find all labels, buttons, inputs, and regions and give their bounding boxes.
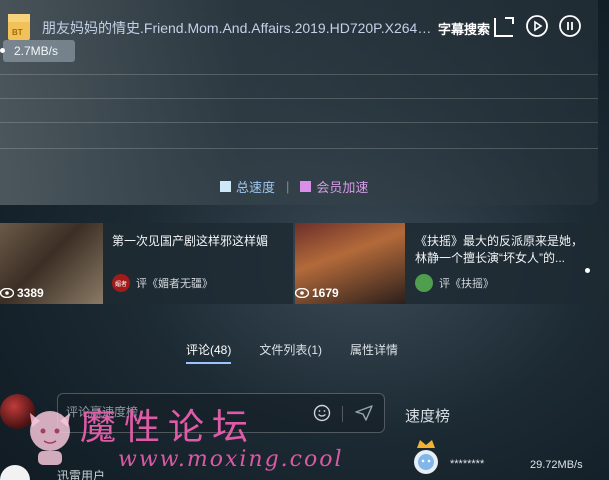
speed-legend: 总速度 | 会员加速: [220, 177, 368, 196]
download-title[interactable]: 朋友妈妈的情史.Friend.Mom.And.Affairs.2019.HD72…: [42, 18, 432, 38]
rank-username: ********: [450, 458, 485, 470]
subtitle-search-button[interactable]: 字幕搜索: [438, 19, 490, 38]
watermark-title: 魔性论坛: [80, 407, 257, 448]
recommend-card[interactable]: 3389 第一次见国产剧这样邪这样媚 媚者 评《媚者无疆》: [0, 223, 293, 304]
vip-speed-swatch: [300, 181, 312, 192]
pause-icon[interactable]: [558, 14, 582, 38]
legend-separator: |: [286, 179, 290, 194]
carousel-indicator[interactable]: [585, 268, 590, 273]
grid-line: [0, 122, 598, 123]
author-avatar[interactable]: 媚者: [112, 274, 130, 292]
eye-icon: [0, 288, 14, 298]
speed-rank-title: 速度榜: [405, 408, 451, 425]
tab-comments[interactable]: 评论(48): [186, 341, 232, 364]
legend-total-label: 总速度: [236, 180, 276, 195]
card-title[interactable]: 第一次见国产剧这样邪这样媚: [112, 233, 287, 250]
emoji-icon[interactable]: [313, 404, 331, 422]
speed-marker: [0, 48, 5, 53]
comment-username[interactable]: 迅雷用户: [57, 467, 105, 480]
grid-line: [0, 74, 598, 75]
tab-properties[interactable]: 属性详情: [350, 341, 398, 358]
eye-icon: [295, 288, 309, 298]
tab-file-list[interactable]: 文件列表(1): [259, 341, 322, 358]
divider: [342, 406, 343, 422]
view-count: 3389: [0, 286, 44, 300]
play-icon[interactable]: [525, 14, 549, 38]
total-speed-swatch: [220, 181, 231, 192]
watermark-url: www.moxing.cool: [118, 447, 344, 472]
crown-avatar-icon[interactable]: [410, 438, 442, 476]
view-count: 1679: [295, 286, 339, 300]
video-thumbnail[interactable]: 1679: [295, 223, 405, 304]
grid-line: [0, 148, 598, 149]
bt-file-icon: BT: [8, 14, 30, 40]
download-panel: BT 朋友妈妈的情史.Friend.Mom.And.Affairs.2019.H…: [0, 0, 598, 205]
detail-tabs: 评论(48) 文件列表(1) 属性详情: [186, 341, 426, 364]
card-meta: 评《扶摇》: [415, 274, 494, 292]
watermark-mascot-icon: [30, 411, 70, 465]
legend-vip-label[interactable]: 会员加速: [316, 177, 368, 196]
send-icon[interactable]: [354, 404, 374, 422]
card-meta: 媚者 评《媚者无疆》: [112, 274, 213, 292]
rank-speed-value: 29.72MB/s: [530, 459, 583, 471]
author-avatar[interactable]: [415, 274, 433, 292]
current-speed: 2.7MB/s: [3, 40, 75, 62]
grid-line: [0, 98, 598, 99]
open-folder-icon[interactable]: [493, 16, 515, 38]
video-thumbnail[interactable]: 3389: [0, 223, 103, 304]
recommend-card[interactable]: 1679 《扶摇》最大的反派原来是她，林静一个擅长演“坏女人”的... 评《扶摇…: [295, 223, 597, 304]
card-title[interactable]: 《扶摇》最大的反派原来是她，林静一个擅长演“坏女人”的...: [415, 233, 587, 267]
